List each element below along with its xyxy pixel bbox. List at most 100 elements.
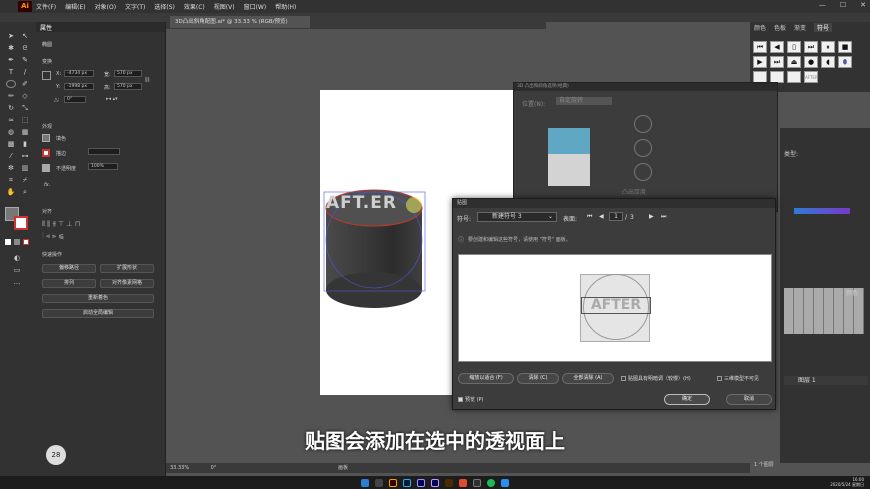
rotate-y-dial[interactable] [634,139,652,157]
stroke-swatch[interactable] [14,216,28,230]
close-icon[interactable]: ✕ [860,1,866,9]
explorer-icon[interactable] [473,478,481,487]
mesh-tool-icon[interactable]: ▩ [6,140,16,148]
symbol-skip-icon[interactable]: ⏭ [770,56,784,68]
menu-window[interactable]: 窗口(W) [244,2,267,11]
screen-mode-icon[interactable]: ▭ [12,266,22,274]
fill-color-icon[interactable] [42,134,50,142]
align-pixel-grid-button[interactable]: 对齐像素网格 [100,279,154,288]
symbol-play-icon[interactable]: ▶ [753,56,767,68]
symbol-mobile-icon[interactable]: ▯ [787,41,801,53]
symbol-circle-icon[interactable]: ● [804,56,818,68]
symbol-forward-icon[interactable]: ⏭ [804,41,818,53]
fx-button[interactable]: fx. [44,182,50,188]
shade-checkbox-box[interactable] [621,376,626,381]
clear-all-button[interactable]: 全部清除 (A) [562,373,614,384]
position-select[interactable]: 自定旋转 [556,97,612,105]
start-icon[interactable] [361,478,369,487]
recolor-button[interactable]: 重新着色 [42,294,154,303]
symbol-blank-3[interactable] [787,71,801,83]
align-icons-row2[interactable]: ⫶ ⫷ ⫸ ⫹ [42,232,64,241]
photoshop-icon[interactable] [403,478,411,487]
width-field[interactable]: 570 px [114,70,142,77]
symbol-after[interactable]: AFTER [804,71,818,83]
menu-view[interactable]: 视图(V) [214,2,235,11]
bridge-icon[interactable] [445,478,453,487]
symbol-pause-icon[interactable]: ⏸ [821,41,835,53]
symbol-pin-icon[interactable]: ⬮ [838,56,852,68]
reference-point-icon[interactable] [42,71,51,80]
stroke-color-icon[interactable] [42,149,50,157]
zoom-tool-icon[interactable]: ⌕ [20,188,30,196]
invisible-checkbox-box[interactable] [717,376,722,381]
preview-checkbox[interactable]: 预览 (P) [458,396,484,403]
align-icons-row1[interactable]: ⫴ ⫼ ⫵ ⊤ ⊥ ⊓ [42,220,80,229]
premiere-icon[interactable] [417,478,425,487]
y-field[interactable]: -1998 px [64,83,94,90]
next-surface-icon[interactable]: ▶ [649,213,654,220]
shaper-tool-icon[interactable]: ✏ [6,92,16,100]
invisible-geometry-checkbox[interactable]: 三维模型不可见 [717,375,759,382]
document-tab[interactable]: 3D凸出斜角配图.ai* @ 33.33 % (RGB/预览) [170,16,310,28]
symbol-rewind-icon[interactable]: ⏮ [753,41,767,53]
draw-mode-icon[interactable]: ◐ [12,254,22,262]
rotation-value[interactable]: 0° [211,465,217,471]
offset-path-button[interactable]: 偏移路径 [42,264,96,273]
stroke-weight-field[interactable] [88,148,120,155]
browser-icon[interactable] [459,478,467,487]
angle-field[interactable]: 0° [64,96,86,103]
slice-tool-icon[interactable]: ⌿ [20,176,30,184]
eraser-icon[interactable]: ◇ [20,92,30,100]
symbol-sprayer-icon[interactable]: ✼ [6,164,16,172]
scale-to-fit-button[interactable]: 缩放以适合 (F) [458,373,514,384]
menu-effect[interactable]: 效果(C) [184,2,205,11]
mapped-symbol[interactable]: AFTER [581,297,651,314]
eyedropper-icon[interactable]: ⁄ [6,152,16,160]
menu-select[interactable]: 选择(S) [154,2,175,11]
last-surface-icon[interactable]: ⏭ [661,213,666,221]
tab-swatches[interactable]: 色板 [774,23,786,32]
preview-checkbox-box[interactable] [458,397,463,402]
gradient-mode-icon[interactable] [14,239,20,245]
map-preview-area[interactable]: AFTER [458,254,772,362]
zoom-level[interactable]: 33.33% [170,465,189,471]
lasso-icon[interactable]: ᘓ [20,44,30,52]
app-icon[interactable] [501,478,509,487]
shade-artwork-checkbox[interactable]: 贴图具有明暗调（较慢）(H) [621,375,691,382]
magic-wand-icon[interactable]: ✱ [6,44,16,52]
clear-button[interactable]: 清除 (C) [517,373,559,384]
hand-tool-icon[interactable]: ✋ [6,188,16,196]
line-tool-icon[interactable]: / [20,68,30,76]
cancel-button[interactable]: 取消 [726,394,772,405]
illustrator-icon[interactable] [389,478,397,487]
symbol-select[interactable]: 新建符号 3 ⌄ [477,212,557,222]
opacity-field[interactable]: 100% [88,163,118,170]
after-effects-icon[interactable] [431,478,439,487]
type-tool-icon[interactable]: T [6,68,16,76]
scale-tool-icon[interactable]: ⤡ [20,104,30,112]
minimize-icon[interactable]: — [819,1,826,9]
symbol-volume-icon[interactable]: ◖ [821,56,835,68]
free-transform-icon[interactable]: ⬚ [20,116,30,124]
x-field[interactable]: -4734 px [64,70,94,77]
rotate-x-dial[interactable] [634,115,652,133]
direct-selection-tool-icon[interactable]: ↖ [20,32,30,40]
menu-help[interactable]: 帮助(H) [275,2,296,11]
symbol-stop-icon[interactable]: ■ [838,41,852,53]
layer-row[interactable]: 图层 1 [784,376,868,385]
perspective-grid-icon[interactable]: ▦ [20,128,30,136]
ellipse-tool-icon[interactable] [6,80,16,88]
expand-shape-button[interactable]: 扩展形状 [100,264,154,273]
menu-object[interactable]: 对象(O) [95,2,116,11]
maximize-icon[interactable]: ☐ [840,1,846,9]
ok-button[interactable]: 确定 [664,394,710,405]
more-tools-icon[interactable]: ··· [12,280,22,288]
tab-properties[interactable]: 属性 [40,23,52,32]
tab-symbols[interactable]: 符号 [814,22,833,32]
gradient-slider[interactable] [794,208,850,214]
width-tool-icon[interactable]: ≈ [6,116,16,124]
symbol-eject-icon[interactable]: ⏏ [787,56,801,68]
wechat-icon[interactable] [487,478,495,487]
symbol-back-icon[interactable]: ◀ [770,41,784,53]
menu-type[interactable]: 文字(T) [125,2,145,11]
